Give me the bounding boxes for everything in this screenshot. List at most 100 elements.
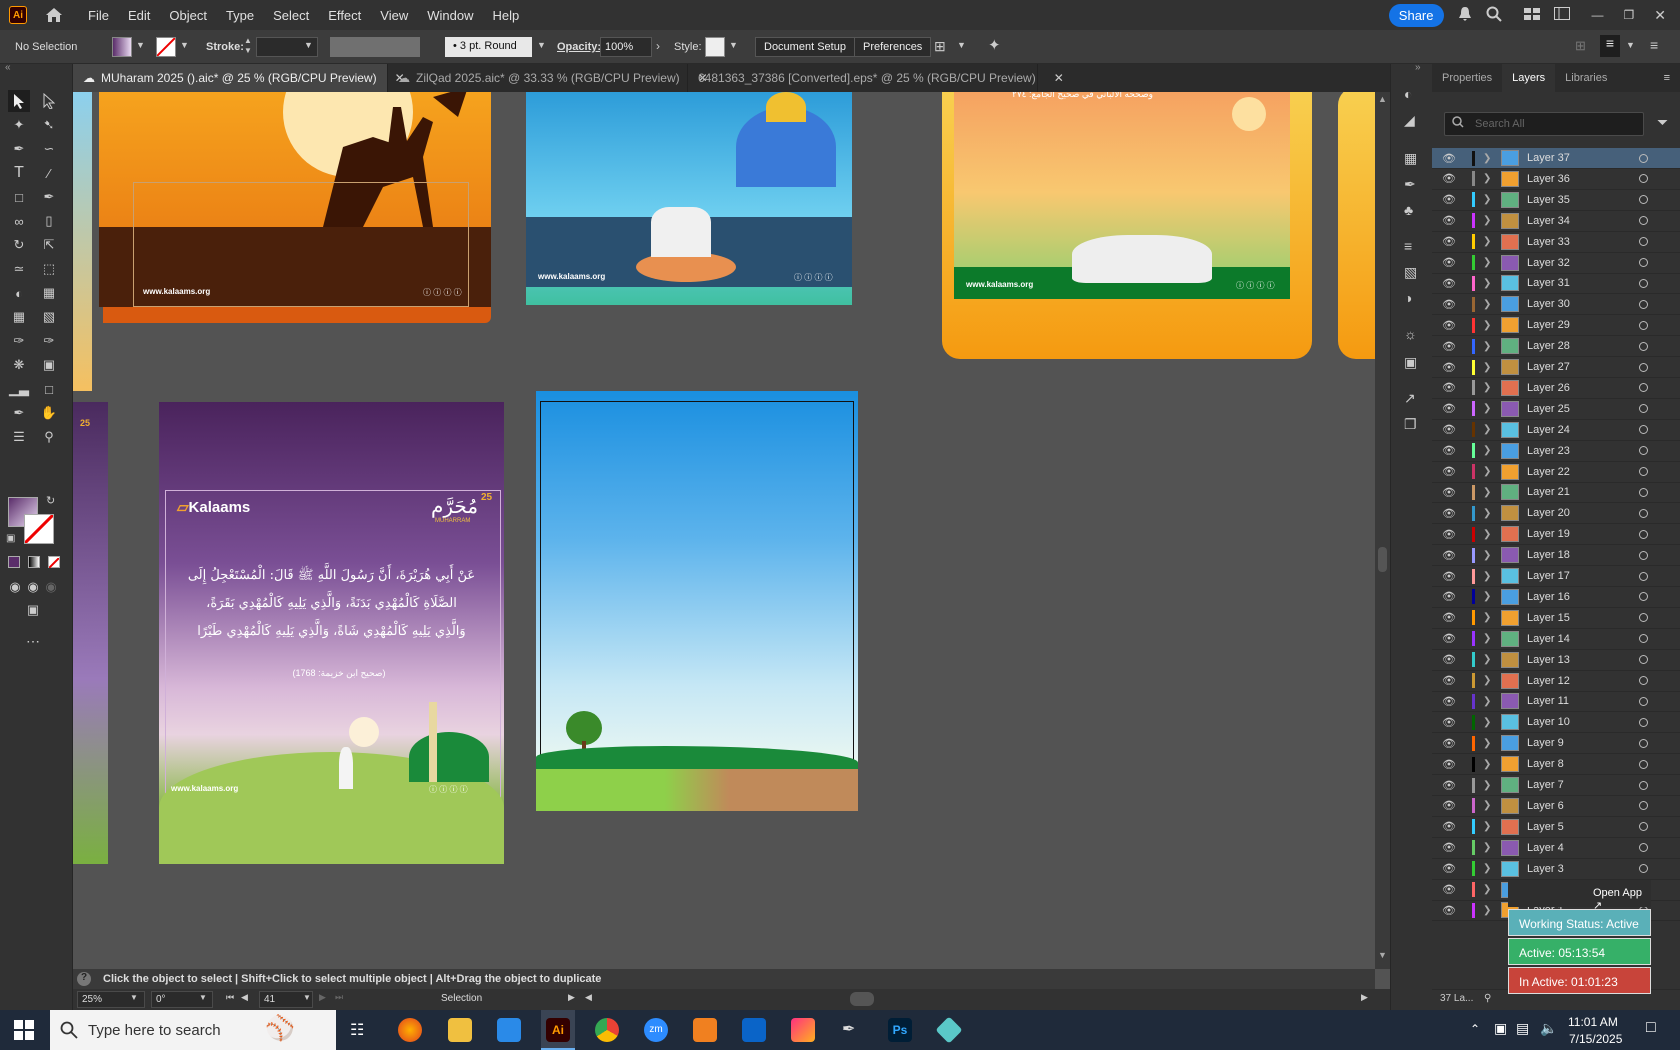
layer-name[interactable]: Layer 22	[1527, 466, 1570, 478]
artboard-dropdown-icon[interactable]: ▼	[303, 993, 311, 1002]
stroke-stepper[interactable]: ▲ ▼	[244, 36, 252, 56]
target-circle-icon[interactable]	[1639, 592, 1648, 602]
swatches-icon[interactable]: ▦	[1404, 150, 1417, 167]
share-button[interactable]: Share	[1388, 3, 1444, 27]
visibility-eye-icon[interactable]: 👁	[1442, 862, 1462, 875]
expand-arrow-icon[interactable]: ❯	[1483, 905, 1495, 916]
arrange-documents-icon[interactable]	[1523, 7, 1540, 23]
app-diamond-icon[interactable]	[935, 1016, 963, 1044]
artboard-sky-poster[interactable]	[536, 391, 858, 811]
minimize-icon[interactable]: —	[1592, 8, 1604, 22]
clock-time[interactable]: 11:01 AM	[1568, 1015, 1618, 1029]
target-circle-icon[interactable]	[1639, 864, 1648, 874]
layer-row[interactable]: 👁 ❯ Layer 19	[1432, 524, 1680, 546]
export-icon[interactable]: ↗	[1404, 390, 1416, 407]
layer-row[interactable]: 👁 ❯ Layer 36	[1432, 169, 1680, 190]
rotation-dropdown-icon[interactable]: ▼	[199, 993, 207, 1002]
layer-name[interactable]: Layer 6	[1527, 800, 1564, 812]
more-tools-icon[interactable]: ⋯	[22, 630, 44, 652]
free-transform-tool-icon[interactable]: ⬚	[38, 258, 60, 280]
magic-wand-tool-icon[interactable]: ✦	[8, 114, 30, 136]
target-circle-icon[interactable]	[1639, 508, 1648, 518]
expand-arrow-icon[interactable]: ❯	[1483, 299, 1495, 310]
target-circle-icon[interactable]	[1639, 174, 1648, 184]
bell-icon[interactable]	[1458, 6, 1472, 25]
symbol-sprayer-tool-icon[interactable]: ❋	[8, 354, 30, 376]
menu-type[interactable]: Type	[226, 8, 254, 23]
layer-name[interactable]: Layer 19	[1527, 528, 1570, 540]
search-icon[interactable]	[1486, 6, 1502, 25]
artboard-mosque-banner[interactable]: www.kalaams.org ⓘ ⓘ ⓘ ⓘ	[526, 92, 852, 305]
draw-inside-icon[interactable]: ◉	[40, 576, 62, 598]
visibility-eye-icon[interactable]: 👁	[1442, 674, 1462, 687]
style-dropdown-icon[interactable]: ▼	[729, 40, 738, 50]
layer-name[interactable]: Layer 23	[1527, 445, 1570, 457]
align-dropdown-icon[interactable]: ▼	[957, 40, 966, 50]
visibility-eye-icon[interactable]: 👁	[1442, 214, 1462, 227]
expand-arrow-icon[interactable]: ❯	[1483, 863, 1495, 874]
status-menu-icon[interactable]: ▶	[568, 992, 575, 1003]
stroke-dropdown-icon[interactable]: ▼	[180, 40, 189, 50]
layer-name[interactable]: Layer 20	[1527, 507, 1570, 519]
opacity-label[interactable]: Opacity:	[557, 41, 601, 53]
expand-arrow-icon[interactable]: ❯	[1483, 717, 1495, 728]
target-circle-icon[interactable]	[1639, 153, 1648, 163]
expand-arrow-icon[interactable]: ❯	[1483, 173, 1495, 184]
graphic-style-swatch[interactable]	[705, 37, 725, 57]
artboards-icon[interactable]: ❐	[1404, 416, 1417, 433]
panel-toggle-icon[interactable]: ≡	[1600, 35, 1620, 57]
scale-tool-icon[interactable]: ⇱	[38, 234, 60, 256]
expand-arrow-icon[interactable]: ❯	[1483, 633, 1495, 644]
visibility-eye-icon[interactable]: 👁	[1442, 904, 1462, 917]
visibility-eye-icon[interactable]: 👁	[1442, 716, 1462, 729]
expand-arrow-icon[interactable]: ❯	[1483, 571, 1495, 582]
illustrator-taskbar-button[interactable]: Ai	[541, 1010, 575, 1050]
expand-arrow-icon[interactable]: ❯	[1483, 884, 1495, 895]
layer-name[interactable]: Layer 35	[1527, 194, 1570, 206]
expand-arrow-icon[interactable]: ❯	[1483, 780, 1495, 791]
menu-select[interactable]: Select	[273, 8, 309, 23]
artboard-desert-banner[interactable]: www.kalaams.org ⓘ ⓘ ⓘ ⓘ	[99, 92, 491, 323]
pen-app-icon[interactable]: ✒	[842, 1019, 855, 1039]
vscode-icon[interactable]	[497, 1018, 521, 1042]
menu-view[interactable]: View	[380, 8, 408, 23]
visibility-eye-icon[interactable]: 👁	[1442, 152, 1462, 165]
selection-tool-icon[interactable]	[8, 90, 30, 112]
target-circle-icon[interactable]	[1639, 362, 1648, 372]
visibility-eye-icon[interactable]: 👁	[1442, 486, 1462, 499]
layer-name[interactable]: Layer 10	[1527, 716, 1570, 728]
expand-arrow-icon[interactable]: ❯	[1483, 194, 1495, 205]
collapse-panels-icon[interactable]: »	[1415, 62, 1421, 73]
layer-name[interactable]: Layer 5	[1527, 821, 1564, 833]
shape-builder-tool-icon[interactable]: ◐	[8, 282, 30, 304]
swap-colors-icon[interactable]: ↻	[46, 494, 55, 507]
expand-arrow-icon[interactable]: ❯	[1483, 654, 1495, 665]
shaper-tool-icon[interactable]: ∞	[8, 210, 30, 232]
expand-arrow-icon[interactable]: ❯	[1483, 424, 1495, 435]
expand-arrow-icon[interactable]: ❯	[1483, 842, 1495, 853]
menu-help[interactable]: Help	[492, 8, 519, 23]
firefox-icon[interactable]	[398, 1018, 422, 1042]
close-icon[interactable]: ✕	[1054, 71, 1064, 85]
restore-icon[interactable]: ❐	[1624, 8, 1635, 22]
layer-row[interactable]: 👁 ❯ Layer 21	[1432, 482, 1680, 504]
visibility-eye-icon[interactable]: 👁	[1442, 256, 1462, 269]
target-circle-icon[interactable]	[1639, 383, 1648, 393]
none-mode-icon[interactable]	[48, 556, 60, 569]
visibility-eye-icon[interactable]: 👁	[1442, 799, 1462, 812]
zoom-tool-icon[interactable]: ⚲	[38, 426, 60, 448]
gradient-mode-icon[interactable]	[28, 556, 40, 568]
panel-menu-icon[interactable]: ≡	[1654, 64, 1680, 92]
target-circle-icon[interactable]	[1639, 487, 1648, 497]
symbols-icon[interactable]: ♣	[1404, 202, 1413, 218]
visibility-eye-icon[interactable]: 👁	[1442, 361, 1462, 374]
layers-search-input[interactable]: Search All	[1444, 112, 1644, 136]
visibility-eye-icon[interactable]: 👁	[1442, 381, 1462, 394]
layer-name[interactable]: Layer 9	[1527, 737, 1564, 749]
hand-tool-icon[interactable]: ✋	[38, 402, 60, 424]
layer-name[interactable]: Layer 3	[1527, 863, 1564, 875]
layer-name[interactable]: Layer 26	[1527, 382, 1570, 394]
line-tool-icon[interactable]: ∕	[38, 162, 60, 184]
layer-name[interactable]: Layer 37	[1527, 152, 1570, 164]
expand-arrow-icon[interactable]: ❯	[1483, 466, 1495, 477]
